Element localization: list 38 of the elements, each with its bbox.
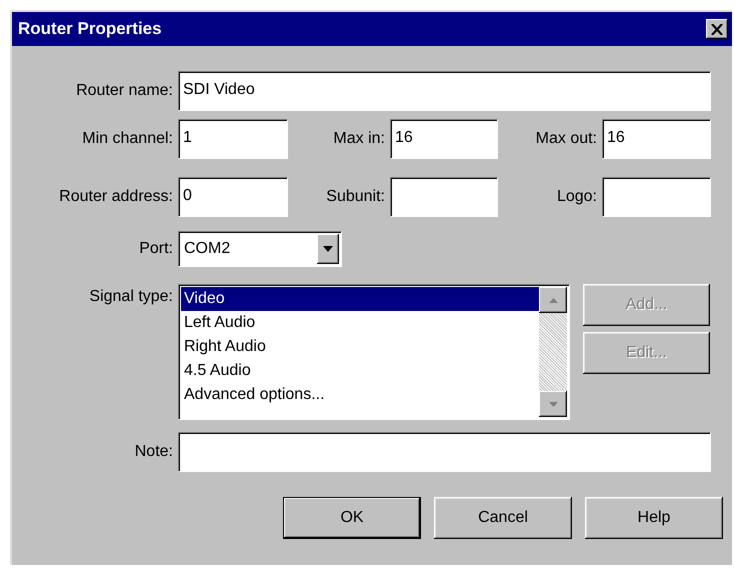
close-icon	[711, 24, 723, 34]
caret-icon	[323, 246, 333, 252]
field-label: Min channel:	[81, 130, 174, 148]
input-field[interactable]: 16	[390, 119, 498, 159]
input-field[interactable]	[602, 177, 711, 217]
port-dropdown[interactable]: COM2	[178, 231, 342, 267]
list-item[interactable]: Right Audio	[181, 335, 539, 359]
field-label: Subunit:	[325, 188, 386, 206]
down-arrow-icon	[548, 402, 558, 406]
field-label: Logo:	[556, 188, 598, 206]
dropdown-button[interactable]	[317, 234, 339, 264]
up-arrow-icon	[548, 298, 558, 302]
scrollbar[interactable]	[539, 287, 567, 417]
note-field[interactable]	[178, 432, 711, 472]
dialog-button[interactable]: OK	[283, 497, 421, 539]
field-label: Note:	[134, 443, 174, 461]
dialog-button[interactable]: Help	[585, 497, 723, 539]
list-item[interactable]: Video	[181, 287, 539, 311]
close-button[interactable]	[706, 19, 728, 39]
field-label: Signal type:	[88, 287, 174, 306]
input-field[interactable]: 16	[602, 119, 711, 159]
signal-type-list[interactable]: Video Left Audio Right Audio 4.5 Audio Advanced options...	[178, 284, 570, 420]
router-name-field[interactable]: SDI Video	[178, 71, 711, 111]
field-label: Router address:	[58, 188, 174, 206]
scroll-down-button[interactable]	[539, 391, 567, 417]
field-label: Max in:	[332, 130, 386, 148]
input-field[interactable]: 1	[178, 119, 288, 159]
list-item[interactable]: 4.5 Audio	[181, 359, 539, 383]
window-title: Router Properties	[18, 19, 162, 39]
field-label: Router name:	[75, 82, 174, 100]
field-label: Port:	[138, 240, 174, 258]
field-label: Max out:	[534, 130, 598, 148]
input-field[interactable]: 0	[178, 177, 288, 217]
dialog-button[interactable]: Cancel	[434, 497, 572, 539]
scroll-up-button[interactable]	[539, 287, 567, 313]
input-field[interactable]	[390, 177, 498, 217]
list-item[interactable]: Left Audio	[181, 311, 539, 335]
list-item[interactable]: Advanced options...	[181, 383, 539, 407]
